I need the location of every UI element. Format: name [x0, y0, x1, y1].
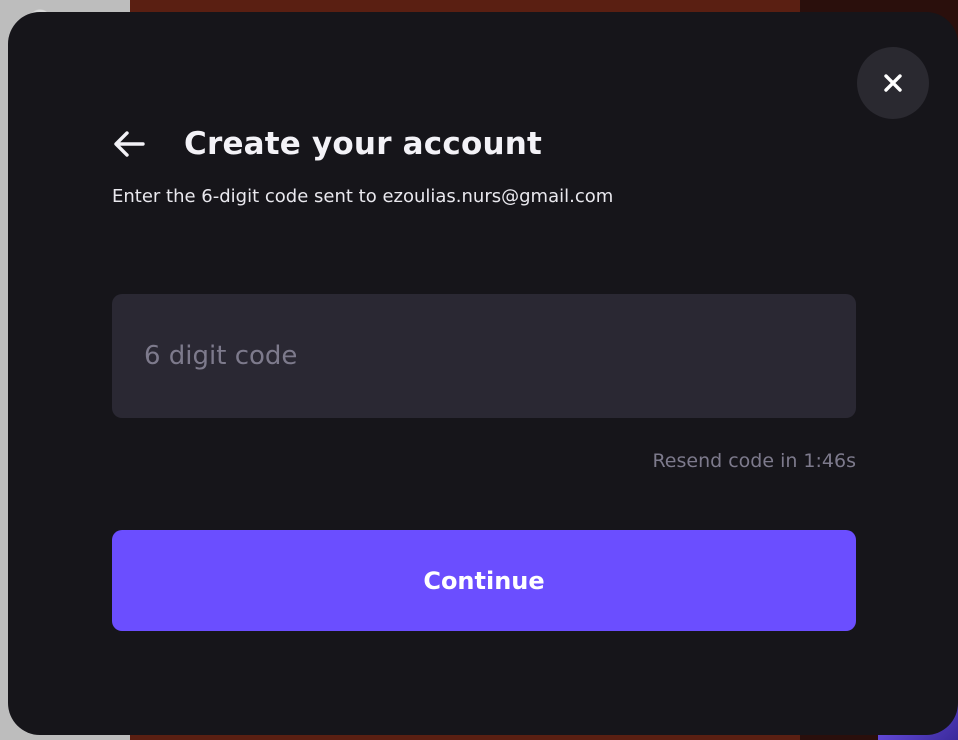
arrow-left-icon: [114, 131, 145, 157]
code-sent-message: Enter the 6-digit code sent to ezoulias.…: [112, 186, 614, 207]
modal-header: Create your account: [112, 120, 542, 168]
back-button[interactable]: [112, 127, 146, 161]
close-button[interactable]: [857, 47, 929, 119]
resend-code-countdown[interactable]: Resend code in 1:46s: [652, 450, 856, 472]
page-title: Create your account: [184, 126, 542, 162]
close-icon: [884, 74, 902, 92]
continue-button[interactable]: Continue: [112, 530, 856, 631]
verification-code-input[interactable]: [112, 294, 856, 418]
create-account-modal: Create your account Enter the 6-digit co…: [8, 12, 958, 735]
